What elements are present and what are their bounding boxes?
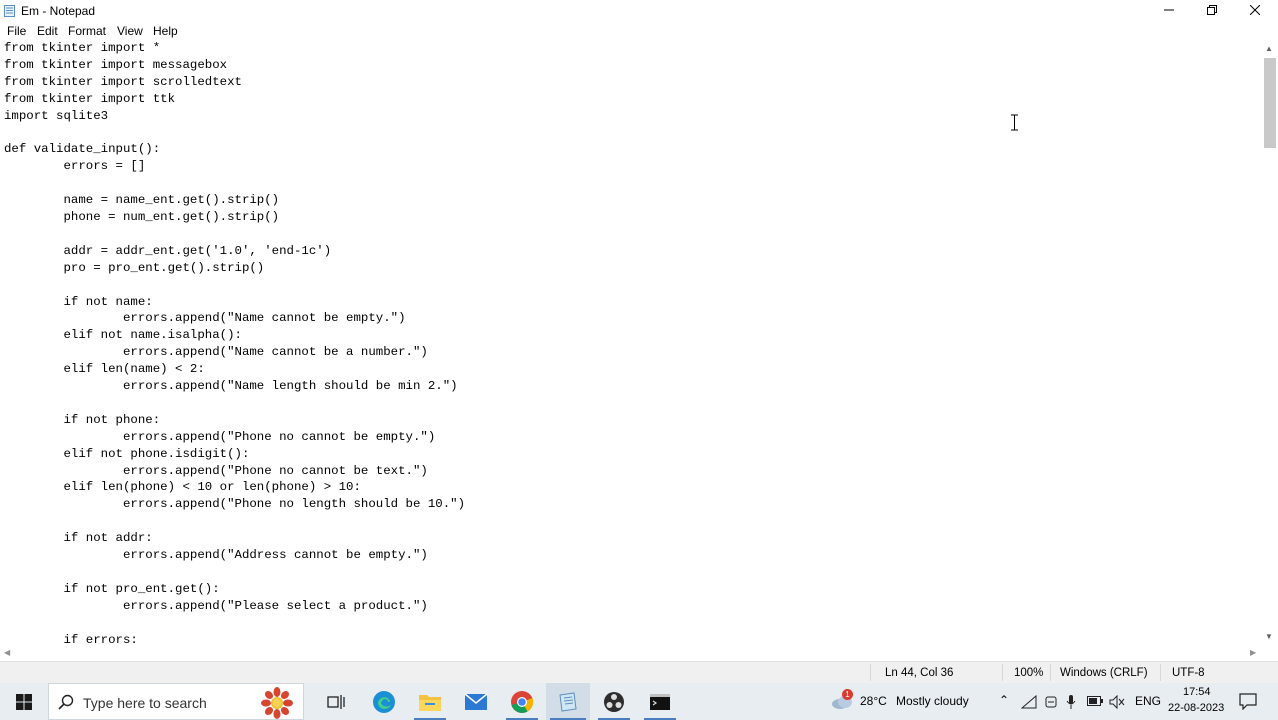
code-line[interactable]: from tkinter import * <box>4 40 160 57</box>
code-line[interactable]: if not name: <box>4 294 152 311</box>
weather-notification-badge: 1 <box>842 689 853 700</box>
clock[interactable]: 17:54 22-08-2023 <box>1166 685 1226 718</box>
file-explorer-icon <box>419 694 441 711</box>
scroll-right-icon[interactable]: ▶ <box>1250 648 1256 657</box>
clock-time: 17:54 <box>1183 686 1211 698</box>
code-line[interactable]: errors.append("Phone no cannot be empty.… <box>4 429 435 446</box>
code-line[interactable]: from tkinter import scrolledtext <box>4 74 242 91</box>
mail-button[interactable] <box>454 683 498 720</box>
microphone-icon[interactable] <box>1066 694 1076 710</box>
terminal-button[interactable] <box>638 683 682 720</box>
code-line[interactable]: errors = [] <box>4 158 145 175</box>
edge-icon <box>373 690 395 713</box>
menu-help[interactable]: Help <box>153 24 178 38</box>
scrollbar-thumb[interactable] <box>1264 58 1276 148</box>
window-title: Em - Notepad <box>21 4 96 18</box>
menu-view[interactable]: View <box>117 24 143 38</box>
horizontal-scrollbar[interactable]: ◀ ▶ <box>0 645 1262 661</box>
code-line[interactable]: if errors: <box>4 632 137 646</box>
minimize-button[interactable] <box>1147 0 1191 20</box>
restore-button[interactable] <box>1190 0 1234 20</box>
code-line[interactable]: if not addr: <box>4 530 152 547</box>
code-line[interactable]: errors.append("Please select a product."… <box>4 598 428 615</box>
code-line[interactable]: elif len(phone) < 10 or len(phone) > 10: <box>4 479 360 496</box>
line-ending: Windows (CRLF) <box>1060 667 1148 679</box>
text-editor[interactable]: from tkinter import * from tkinter import… <box>0 40 1262 645</box>
code-line[interactable]: if not pro_ent.get(): <box>4 581 219 598</box>
battery-icon[interactable] <box>1087 696 1103 706</box>
input-language[interactable]: ENG <box>1135 694 1161 708</box>
code-line[interactable]: from tkinter import ttk <box>4 91 175 108</box>
scroll-down-icon[interactable]: ▼ <box>1265 632 1273 641</box>
notifications-icon[interactable] <box>1239 693 1257 710</box>
restore-icon <box>1207 5 1217 15</box>
code-line[interactable]: errors.append("Name cannot be empty.") <box>4 310 406 327</box>
zoom-level: 100% <box>1014 667 1044 679</box>
menu-bar: File Edit Format View Help <box>0 22 1278 40</box>
code-line[interactable]: errors.append("Name cannot be a number."… <box>4 344 428 361</box>
weather-description: Mostly cloudy <box>896 694 969 708</box>
status-divider <box>870 664 871 681</box>
file-explorer-button[interactable] <box>408 683 452 720</box>
close-icon <box>1250 5 1260 15</box>
sync-icon[interactable] <box>1044 695 1058 709</box>
code-line[interactable]: errors.append("Address cannot be empty."… <box>4 547 428 564</box>
terminal-icon <box>650 693 670 710</box>
search-placeholder: Type here to search <box>83 695 207 711</box>
search-highlight-icon <box>261 687 293 719</box>
chrome-icon <box>511 690 534 713</box>
code-line[interactable]: addr = addr_ent.get('1.0', 'end-1c') <box>4 243 331 260</box>
code-line[interactable]: pro = pro_ent.get().strip() <box>4 260 264 277</box>
weather-temperature: 28°C <box>860 694 887 708</box>
chrome-button[interactable] <box>500 683 544 720</box>
cursor-position: Ln 44, Col 36 <box>885 667 954 679</box>
show-hidden-icons-icon[interactable]: ⌃ <box>999 693 1009 707</box>
status-divider <box>1160 664 1161 681</box>
menu-format[interactable]: Format <box>68 24 106 38</box>
code-line[interactable]: elif len(name) < 2: <box>4 361 204 378</box>
title-bar[interactable]: Em - Notepad <box>0 0 1278 22</box>
volume-muted-icon[interactable] <box>1109 695 1125 709</box>
code-line[interactable]: phone = num_ent.get().strip() <box>4 209 279 226</box>
vertical-scrollbar[interactable]: ▲ ▼ <box>1262 40 1278 645</box>
code-line[interactable]: errors.append("Phone no cannot be text."… <box>4 463 428 480</box>
scroll-left-icon[interactable]: ◀ <box>4 648 10 657</box>
obs-icon <box>604 691 624 712</box>
code-line[interactable]: if not phone: <box>4 412 160 429</box>
notepad-app-icon <box>4 5 15 17</box>
taskbar-search-box[interactable]: Type here to search <box>48 683 304 720</box>
encoding: UTF-8 <box>1172 667 1205 679</box>
code-line[interactable]: errors.append("Name length should be min… <box>4 378 458 395</box>
notepad-icon <box>559 691 577 712</box>
menu-file[interactable]: File <box>7 24 26 38</box>
task-view-icon <box>327 694 345 709</box>
notepad-taskbar-button[interactable] <box>546 683 590 720</box>
search-icon <box>58 694 74 710</box>
menu-edit[interactable]: Edit <box>37 24 58 38</box>
status-divider <box>1050 664 1051 681</box>
start-button[interactable] <box>4 683 44 720</box>
obs-button[interactable] <box>592 683 636 720</box>
network-icon[interactable] <box>1021 695 1037 709</box>
code-line[interactable]: elif not phone.isdigit(): <box>4 446 249 463</box>
close-button[interactable] <box>1233 0 1277 20</box>
code-line[interactable]: def validate_input(): <box>4 141 160 158</box>
status-bar: Ln 44, Col 36 100% Windows (CRLF) UTF-8 <box>0 661 1278 683</box>
code-line[interactable]: from tkinter import messagebox <box>4 57 227 74</box>
minimize-icon <box>1164 9 1174 11</box>
clock-date: 22-08-2023 <box>1168 702 1225 714</box>
code-line[interactable]: elif not name.isalpha(): <box>4 327 241 344</box>
code-line[interactable]: import sqlite3 <box>4 108 108 125</box>
task-view-button[interactable] <box>316 683 356 720</box>
text-cursor-icon <box>1011 114 1018 131</box>
code-line[interactable]: name = name_ent.get().strip() <box>4 192 279 209</box>
mail-icon <box>464 692 488 710</box>
code-line[interactable]: errors.append("Phone no length should be… <box>4 496 465 513</box>
taskbar: Type here to search 1 28°C Mostly cloudy… <box>0 683 1278 720</box>
start-icon <box>16 693 32 710</box>
scroll-up-icon[interactable]: ▲ <box>1265 44 1273 53</box>
status-divider <box>1002 664 1003 681</box>
weather-widget[interactable]: 1 28°C Mostly cloudy <box>828 683 984 720</box>
edge-taskbar-button[interactable] <box>362 683 406 720</box>
